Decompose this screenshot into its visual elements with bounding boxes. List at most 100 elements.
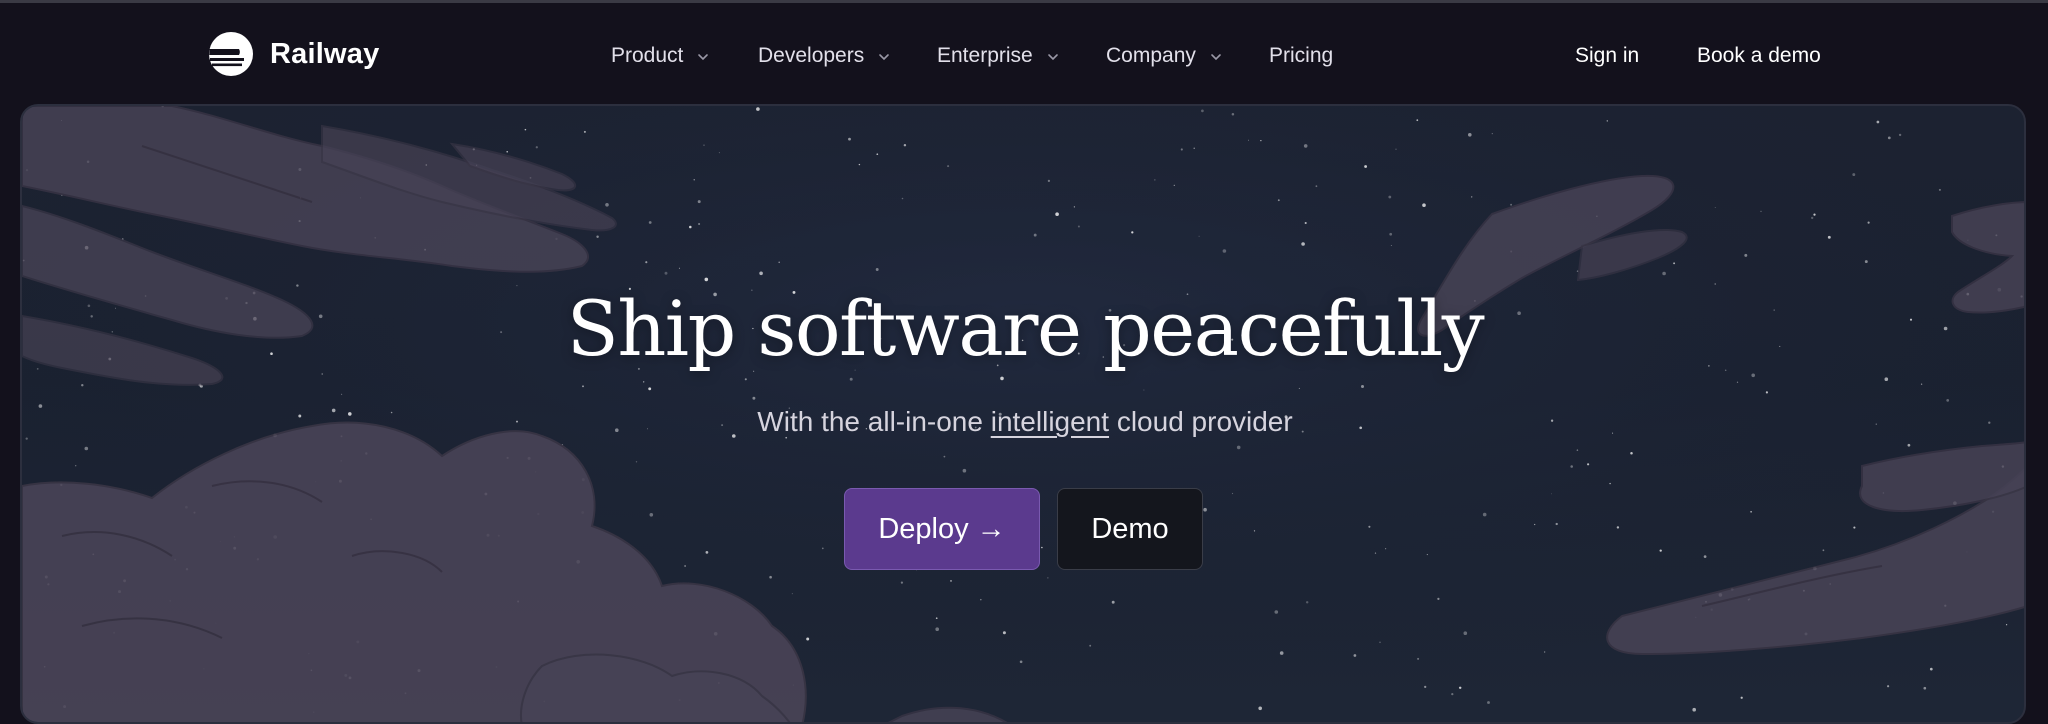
star [759,271,763,276]
star [1089,644,1092,647]
star [744,378,747,381]
star [1760,210,1762,213]
deploy-button[interactable]: Deploy → [844,488,1040,570]
star [1487,701,1490,704]
star [582,385,584,388]
star [703,144,705,146]
star [535,146,538,149]
star [648,221,652,224]
star [1740,696,1743,699]
star [756,107,760,111]
nav-item-product[interactable]: Product [611,39,709,73]
subheadline-text-end: cloud provider [1116,406,1293,437]
star [1274,610,1279,614]
star [1395,148,1397,150]
star [1938,188,1941,191]
demo-button[interactable]: Demo [1057,488,1203,570]
star [1047,179,1051,183]
hero-headline: Ship software peacefully [566,284,1485,373]
nav-item-developers[interactable]: Developers [758,39,890,73]
star [1041,546,1043,549]
chevron-down-icon [1211,54,1221,61]
star [1458,686,1462,690]
star [903,143,907,147]
star [1055,212,1059,216]
sign-in-link[interactable]: Sign in [1575,39,1639,73]
star [689,225,692,229]
nav-item-label: Enterprise [937,44,1033,67]
star [1047,577,1049,579]
star [1000,376,1004,381]
hero-subheadline: With the all-in-one intelligent cloud pr… [22,406,2024,438]
star [341,393,343,395]
star [1544,651,1546,653]
star [1929,667,1933,671]
star [506,150,508,153]
intelligent-link[interactable]: intelligent [991,406,1109,437]
star [980,598,982,601]
star [1248,139,1249,141]
nav-item-company[interactable]: Company [1106,39,1222,73]
star [596,235,599,238]
book-demo-link[interactable]: Book a demo [1697,39,1821,73]
star [1551,493,1552,495]
star [1946,399,1950,402]
star [321,373,323,375]
subheadline-text-start: With the all-in-one [757,406,983,437]
star [1451,692,1454,696]
star [1315,185,1318,188]
star [1887,685,1890,688]
star [1173,184,1175,187]
star [1301,242,1305,246]
star [678,267,680,269]
star [1236,445,1241,450]
star [1222,249,1227,253]
star [935,627,939,631]
star [849,377,853,381]
nav-item-label: Product [611,44,684,67]
star [1673,262,1676,265]
star [698,222,701,226]
star [1606,120,1609,122]
star [1305,601,1309,604]
star [791,593,793,595]
star [1750,510,1752,513]
star [583,130,586,133]
railway-logo-icon [209,32,253,76]
star [1852,173,1856,177]
star [1555,522,1558,526]
star [962,468,967,473]
star [769,575,772,579]
star [1111,600,1115,604]
star [1203,507,1207,512]
star [1390,245,1392,246]
star [1468,133,1472,137]
star [1576,449,1579,451]
nav-item-pricing[interactable]: Pricing [1269,39,1333,73]
star [1379,641,1381,644]
star [1659,549,1662,552]
star [1019,660,1023,664]
star [1198,235,1200,237]
star [1570,465,1573,468]
star [1361,385,1364,388]
star [1422,203,1426,207]
star [1260,140,1262,142]
star [1884,377,1889,382]
brand-name: Railway [270,37,380,70]
star [1143,389,1145,391]
star [1813,213,1816,216]
star [1853,526,1856,529]
star [1073,206,1076,208]
star [648,387,652,391]
nav-item-enterprise[interactable]: Enterprise [937,39,1059,73]
brand-logo-link[interactable]: Railway [208,30,379,78]
star [1491,133,1493,135]
star [875,268,879,271]
star [1887,136,1891,140]
star [1864,260,1868,264]
star [1231,492,1234,495]
star [947,165,950,168]
star [1923,686,1927,690]
star [81,384,84,387]
